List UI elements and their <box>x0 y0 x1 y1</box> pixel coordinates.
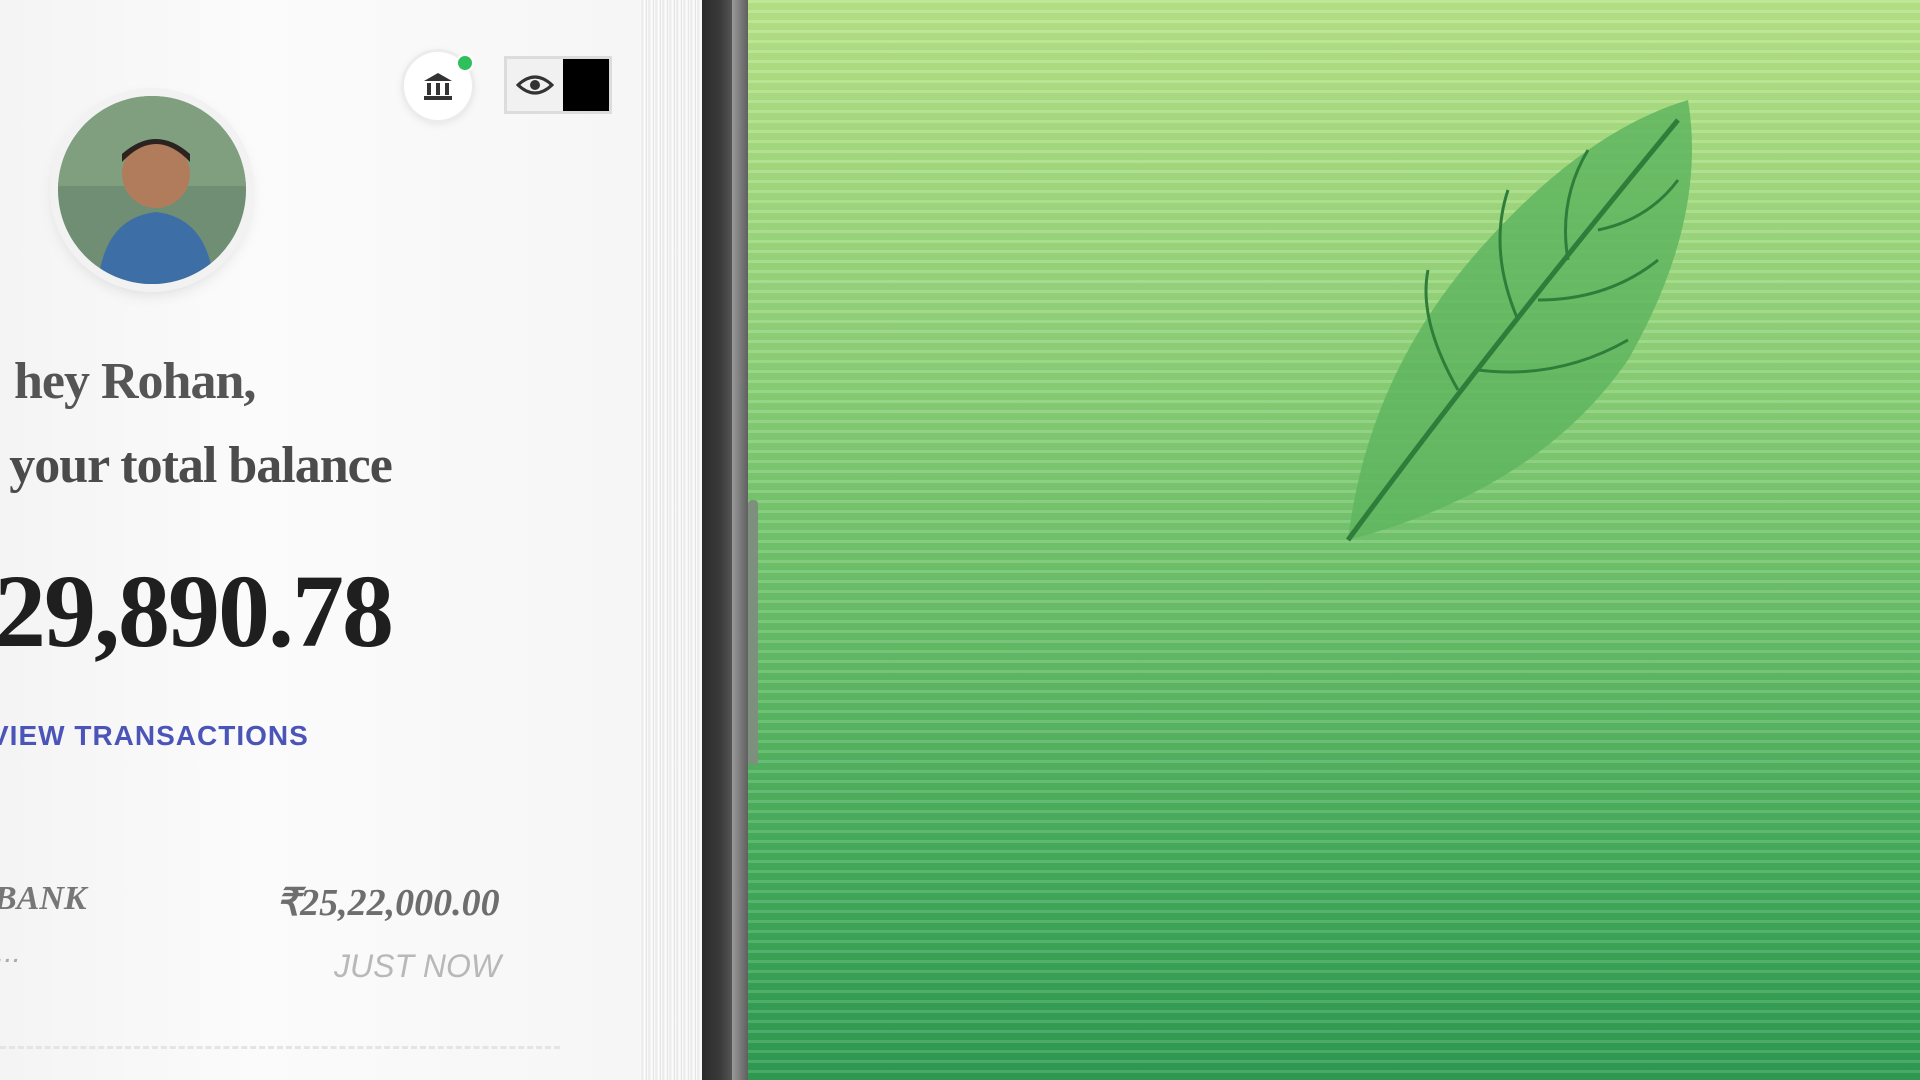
screen-edge <box>640 0 702 1080</box>
avatar-photo <box>58 96 246 284</box>
transaction-amount: ₹25,22,000.00 <box>276 882 500 924</box>
eye-icon <box>507 59 563 111</box>
view-transactions-link[interactable]: VIEW TRANSACTIONS <box>0 720 309 752</box>
profile-avatar[interactable] <box>58 96 246 284</box>
green-splash-screen <box>748 0 1920 1080</box>
leaf-icon <box>1345 100 1692 542</box>
greeting-text: hey Rohan, <box>14 353 256 410</box>
phone-frame <box>702 0 732 1080</box>
divider <box>0 1046 560 1049</box>
phone-side-button <box>748 500 758 765</box>
balance-visibility-toggle[interactable] <box>504 56 612 114</box>
transaction-subtitle: ... <box>0 936 22 969</box>
toggle-knob <box>563 59 609 111</box>
total-balance: ,29,890.78 <box>0 554 394 669</box>
transaction-title: BANK <box>0 880 87 917</box>
transaction-time: JUST NOW <box>334 948 502 984</box>
bank-icon <box>424 73 452 100</box>
balance-caption: s your total balance <box>0 437 393 494</box>
app-screen: hey Rohan, s your total balance ,29,890.… <box>0 0 640 1080</box>
notification-dot <box>456 54 474 72</box>
phone-bezel <box>732 0 748 1080</box>
